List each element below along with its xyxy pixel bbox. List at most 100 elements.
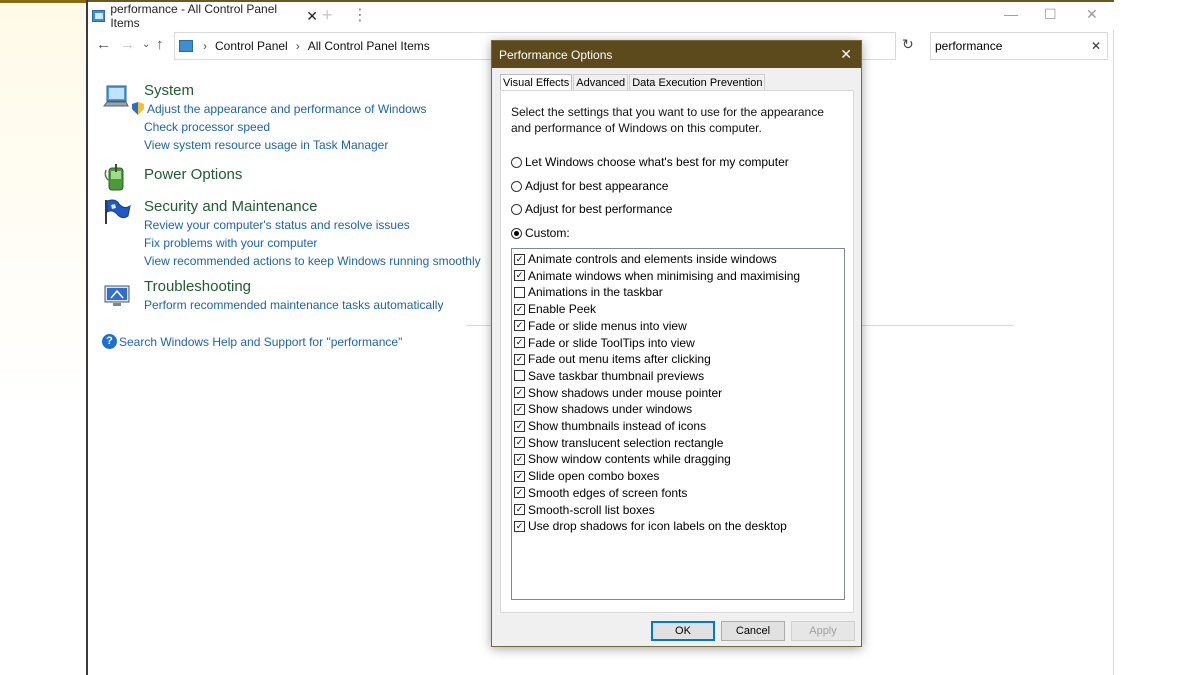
option-label: Smooth edges of screen fonts xyxy=(528,485,688,500)
dialog-close-icon[interactable]: ✕ xyxy=(840,46,852,63)
checkbox-checked[interactable]: ✓ xyxy=(514,437,525,449)
option-row[interactable]: ✓ Fade out menu items after clicking xyxy=(514,351,711,367)
option-row[interactable]: ✓ Slide open combo boxes xyxy=(514,468,659,484)
checkbox-checked[interactable]: ✓ xyxy=(514,387,525,399)
tab-advanced[interactable]: Advanced xyxy=(573,74,629,91)
option-row[interactable]: Animations in the taskbar xyxy=(514,284,663,300)
forward-arrow-icon[interactable]: → xyxy=(120,36,135,53)
link-recommended-actions[interactable]: View recommended actions to keep Windows… xyxy=(144,254,481,268)
link-check-processor[interactable]: Check processor speed xyxy=(144,120,270,134)
cancel-button[interactable]: Cancel xyxy=(721,621,785,641)
checkbox-unchecked[interactable] xyxy=(514,370,525,382)
ok-button[interactable]: OK xyxy=(651,621,715,641)
checkbox-checked[interactable]: ✓ xyxy=(514,303,525,315)
option-row[interactable]: ✓ Fade or slide ToolTips into view xyxy=(514,335,695,351)
link-review-status[interactable]: Review your computer's status and resolv… xyxy=(144,218,410,232)
search-box[interactable]: ✕ xyxy=(930,32,1108,60)
option-label: Show shadows under mouse pointer xyxy=(528,385,723,400)
refresh-icon[interactable]: ↻ xyxy=(902,36,914,53)
checkbox-checked[interactable]: ✓ xyxy=(514,337,525,348)
breadcrumb-chevron-icon[interactable]: › xyxy=(296,39,300,53)
link-maintenance-tasks[interactable]: Perform recommended maintenance tasks au… xyxy=(144,298,443,312)
option-row[interactable]: ✓ Smooth edges of screen fonts xyxy=(514,485,687,501)
tab-visual-effects[interactable]: Visual Effects xyxy=(500,74,573,91)
option-label: Slide open combo boxes xyxy=(528,469,660,484)
radio-label: Adjust for best performance xyxy=(525,202,673,216)
help-search-text[interactable]: Search Windows Help and Support for "per… xyxy=(119,335,402,349)
option-row[interactable]: ✓ Show shadows under mouse pointer xyxy=(514,385,722,401)
apply-button[interactable]: Apply xyxy=(791,621,855,641)
checkbox-checked[interactable]: ✓ xyxy=(514,420,525,432)
option-row[interactable]: ✓ Fade or slide menus into view xyxy=(514,318,687,334)
option-row[interactable]: ✓ Show window contents while dragging xyxy=(514,451,731,467)
checkbox-checked[interactable]: ✓ xyxy=(514,270,525,282)
troubleshooting-title[interactable]: Troubleshooting xyxy=(144,278,251,295)
option-row[interactable]: ✓ Enable Peek xyxy=(514,301,596,317)
breadcrumb-chevron-icon[interactable]: › xyxy=(203,39,207,53)
radio-best-performance[interactable]: Adjust for best performance xyxy=(511,202,672,216)
back-arrow-icon[interactable]: ← xyxy=(96,36,111,53)
up-arrow-icon[interactable]: ↑ xyxy=(156,36,164,53)
radio-label: Adjust for best appearance xyxy=(525,179,669,193)
new-tab-icon[interactable]: + xyxy=(322,5,333,26)
recent-locations-chevron-icon[interactable]: ⌄ xyxy=(142,39,150,50)
minimize-icon[interactable]: — xyxy=(1004,6,1018,22)
tab-data-execution-prevention[interactable]: Data Execution Prevention xyxy=(629,74,766,91)
option-row[interactable]: ✓ Animate windows when minimising and max… xyxy=(514,268,800,284)
help-search-link[interactable]: ? Search Windows Help and Support for "p… xyxy=(102,334,402,349)
checkbox-checked[interactable]: ✓ xyxy=(514,487,525,499)
tab-performance[interactable]: performance - All Control Panel Items ✕ xyxy=(88,2,318,30)
option-row[interactable]: ✓ Show translucent selection rectangle xyxy=(514,435,723,451)
search-input[interactable] xyxy=(935,39,1085,53)
visual-effects-options-list[interactable]: ✓ Animate controls and elements inside wi… xyxy=(511,248,845,600)
link-adjust-appearance-text[interactable]: Adjust the appearance and performance of… xyxy=(147,102,427,116)
option-row[interactable]: ✓ Show thumbnails instead of icons xyxy=(514,418,706,434)
breadcrumb-all-items[interactable]: All Control Panel Items xyxy=(308,39,430,53)
radio-button-selected[interactable] xyxy=(511,227,522,239)
system-title[interactable]: System xyxy=(144,82,194,99)
checkbox-checked[interactable]: ✓ xyxy=(514,470,525,482)
checkbox-checked[interactable]: ✓ xyxy=(514,504,525,515)
link-adjust-appearance[interactable]: Adjust the appearance and performance of… xyxy=(132,102,427,116)
option-row[interactable]: ✓ Show shadows under windows xyxy=(514,401,692,417)
link-fix-problems[interactable]: Fix problems with your computer xyxy=(144,236,317,250)
checkbox-checked[interactable]: ✓ xyxy=(514,403,525,415)
option-row[interactable]: Save taskbar thumbnail previews xyxy=(514,368,704,384)
option-row[interactable]: ✓ Use drop shadows for icon labels on the… xyxy=(514,518,787,534)
dialog-tabs: Visual Effects Advanced Data Execution P… xyxy=(500,74,766,91)
option-label: Fade or slide menus into view xyxy=(528,318,687,333)
option-label: Fade or slide ToolTips into view xyxy=(528,335,695,350)
option-row[interactable]: ✓ Animate controls and elements inside wi… xyxy=(514,251,777,267)
link-resource-usage[interactable]: View system resource usage in Task Manag… xyxy=(144,138,388,152)
option-label: Enable Peek xyxy=(528,302,597,317)
desktop-background xyxy=(0,0,88,675)
option-label: Show thumbnails instead of icons xyxy=(528,419,707,433)
checkbox-checked[interactable]: ✓ xyxy=(514,453,525,465)
radio-best-appearance[interactable]: Adjust for best appearance xyxy=(511,179,668,193)
checkbox-checked[interactable]: ✓ xyxy=(514,353,525,365)
option-label: Animations in the taskbar xyxy=(528,285,663,300)
option-row[interactable]: ✓ Smooth-scroll list boxes xyxy=(514,502,655,518)
power-options-title[interactable]: Power Options xyxy=(144,166,242,183)
control-panel-icon xyxy=(92,10,106,22)
radio-button[interactable] xyxy=(511,156,522,168)
option-label: Save taskbar thumbnail previews xyxy=(528,368,705,383)
checkbox-checked[interactable]: ✓ xyxy=(514,253,525,265)
radio-button[interactable] xyxy=(511,180,522,192)
maximize-icon[interactable]: ☐ xyxy=(1044,6,1057,23)
clear-search-icon[interactable]: ✕ xyxy=(1091,39,1101,53)
breadcrumb-control-panel[interactable]: Control Panel xyxy=(215,39,288,53)
tab-close-icon[interactable]: ✕ xyxy=(306,8,318,25)
option-label: Use drop shadows for icon labels on the … xyxy=(528,519,787,534)
radio-button[interactable] xyxy=(511,203,522,215)
checkbox-unchecked[interactable] xyxy=(514,286,525,298)
radio-let-windows-choose[interactable]: Let Windows choose what's best for my co… xyxy=(511,155,789,169)
uac-shield-icon xyxy=(132,102,144,115)
radio-custom[interactable]: Custom: xyxy=(511,226,570,240)
checkbox-checked[interactable]: ✓ xyxy=(514,520,525,532)
tab-menu-icon[interactable]: ⋮ xyxy=(352,5,368,25)
background-fade xyxy=(0,3,86,403)
window-close-icon[interactable]: ✕ xyxy=(1086,6,1098,23)
checkbox-checked[interactable]: ✓ xyxy=(514,320,525,332)
security-maintenance-title[interactable]: Security and Maintenance xyxy=(144,198,317,215)
